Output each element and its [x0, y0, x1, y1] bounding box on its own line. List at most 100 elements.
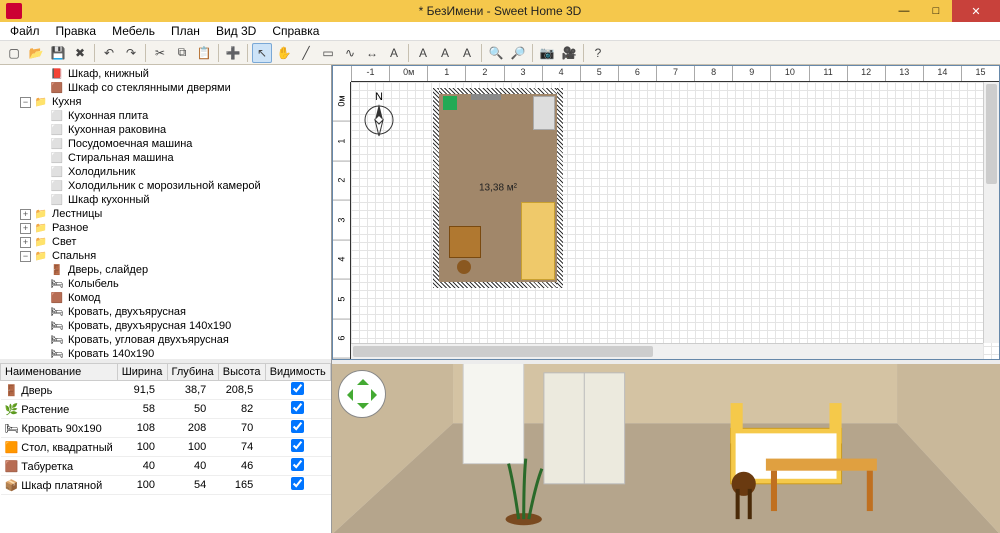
- view-3d[interactable]: [332, 360, 1000, 533]
- column-header[interactable]: Глубина: [167, 364, 218, 381]
- photo-button[interactable]: 📷: [537, 43, 557, 63]
- text-small-button[interactable]: A: [457, 43, 477, 63]
- help-button[interactable]: ?: [588, 43, 608, 63]
- minimize-button[interactable]: —: [888, 0, 920, 22]
- paste-button[interactable]: 📋: [194, 43, 214, 63]
- door-icon[interactable]: [471, 94, 501, 100]
- furniture-properties-table[interactable]: НаименованиеШиринаГлубинаВысотаВидимость…: [0, 363, 331, 533]
- tree-item[interactable]: −📁Кухня: [0, 95, 331, 109]
- tree-item[interactable]: 🟫Комод: [0, 291, 331, 305]
- table-row[interactable]: 📦 Шкаф платяной10054165: [1, 476, 331, 495]
- rooms-button[interactable]: ▭: [318, 43, 338, 63]
- tree-item[interactable]: −📁Спальня: [0, 249, 331, 263]
- redo-button[interactable]: ↷: [121, 43, 141, 63]
- tree-item[interactable]: +📁Лестницы: [0, 207, 331, 221]
- visibility-checkbox[interactable]: [291, 401, 304, 414]
- prefs-button[interactable]: ✖: [70, 43, 90, 63]
- nav-3d-control[interactable]: [338, 370, 386, 418]
- tree-item[interactable]: ⬜Холодильник с морозильной камерой: [0, 179, 331, 193]
- tree-item[interactable]: 🛏Кровать, двухъярусная 140x190: [0, 319, 331, 333]
- column-header[interactable]: Видимость: [265, 364, 330, 381]
- new-button[interactable]: ▢: [4, 43, 24, 63]
- zoom-in-button[interactable]: 🔍: [486, 43, 506, 63]
- expander-icon[interactable]: −: [20, 97, 31, 108]
- close-button[interactable]: ✕: [952, 0, 1000, 22]
- video-button[interactable]: 🎥: [559, 43, 579, 63]
- stool-icon[interactable]: [457, 260, 471, 274]
- visibility-checkbox[interactable]: [291, 439, 304, 452]
- polyline-button[interactable]: ∿: [340, 43, 360, 63]
- undo-button[interactable]: ↶: [99, 43, 119, 63]
- tree-item[interactable]: 🛏Колыбель: [0, 277, 331, 291]
- tree-item[interactable]: ⬜Шкаф кухонный: [0, 193, 331, 207]
- menu-3[interactable]: План: [165, 24, 206, 38]
- select-button[interactable]: ↖: [252, 43, 272, 63]
- bed-icon[interactable]: [521, 202, 555, 280]
- tree-item[interactable]: +📁Разное: [0, 221, 331, 235]
- tree-item[interactable]: 🛏Кровать, двухъярусная: [0, 305, 331, 319]
- table-row[interactable]: 🟧 Стол, квадратный10010074: [1, 438, 331, 457]
- visibility-checkbox[interactable]: [291, 458, 304, 471]
- table-row[interactable]: 🌿 Растение585082: [1, 400, 331, 419]
- menu-0[interactable]: Файл: [4, 24, 46, 38]
- text-large-button[interactable]: A: [413, 43, 433, 63]
- tree-item[interactable]: 🛏Кровать, угловая двухъярусная: [0, 333, 331, 347]
- column-header[interactable]: Высота: [218, 364, 265, 381]
- furniture-tree[interactable]: 📕Шкаф, книжный🟫Шкаф со стеклянными дверя…: [0, 65, 331, 363]
- plan-view-2d[interactable]: -10м123456789101112131415 0м123456 N 13,…: [332, 65, 1000, 360]
- column-header[interactable]: Ширина: [117, 364, 167, 381]
- expander-icon[interactable]: +: [20, 209, 31, 220]
- tree-item[interactable]: ⬜Посудомоечная машина: [0, 137, 331, 151]
- table-icon[interactable]: [449, 226, 481, 258]
- text-button[interactable]: A: [384, 43, 404, 63]
- tree-item[interactable]: ⬜Стиральная машина: [0, 151, 331, 165]
- tree-item[interactable]: ⬜Кухонная плита: [0, 109, 331, 123]
- room-outline[interactable]: 13,38 м²: [433, 88, 563, 288]
- menu-4[interactable]: Вид 3D: [210, 24, 262, 38]
- row-name: Растение: [21, 404, 69, 416]
- table-row[interactable]: 🚪 Дверь91,538,7208,5: [1, 381, 331, 400]
- tree-item[interactable]: 🟫Шкаф со стеклянными дверями: [0, 81, 331, 95]
- compass-icon[interactable]: N: [359, 90, 399, 140]
- tree-item[interactable]: ⬜Кухонная раковина: [0, 123, 331, 137]
- visibility-checkbox[interactable]: [291, 382, 304, 395]
- table-row[interactable]: 🛏 Кровать 90x19010820870: [1, 419, 331, 438]
- menu-5[interactable]: Справка: [266, 24, 325, 38]
- tree-item[interactable]: 📕Шкаф, книжный: [0, 67, 331, 81]
- menu-2[interactable]: Мебель: [106, 24, 161, 38]
- visibility-checkbox[interactable]: [291, 477, 304, 490]
- table-row[interactable]: 🟫 Табуретка404046: [1, 457, 331, 476]
- copy-button[interactable]: ⧉: [172, 43, 192, 63]
- walls-button[interactable]: ╱: [296, 43, 316, 63]
- tree-item[interactable]: 🛏Кровать 140x190: [0, 347, 331, 361]
- cut-button[interactable]: ✂: [150, 43, 170, 63]
- tree-item[interactable]: ⬜Холодильник: [0, 165, 331, 179]
- add-furniture-button[interactable]: ➕: [223, 43, 243, 63]
- plant-icon[interactable]: [443, 96, 457, 110]
- save-button[interactable]: 💾: [48, 43, 68, 63]
- tree-item[interactable]: 🚪Дверь, слайдер: [0, 263, 331, 277]
- open-button[interactable]: 📂: [26, 43, 46, 63]
- row-icon: 🚪: [5, 385, 19, 397]
- pan-button[interactable]: ✋: [274, 43, 294, 63]
- expander-icon[interactable]: +: [20, 237, 31, 248]
- tree-item-icon: ⬜: [50, 111, 64, 122]
- text-italic-button[interactable]: A: [435, 43, 455, 63]
- column-header[interactable]: Наименование: [1, 364, 118, 381]
- zoom-out-button[interactable]: 🔎: [508, 43, 528, 63]
- expander-icon: [36, 125, 47, 136]
- plan-scrollbar-horizontal[interactable]: [351, 343, 983, 359]
- app-icon: [6, 3, 22, 19]
- expander-icon[interactable]: −: [20, 251, 31, 262]
- menu-1[interactable]: Правка: [50, 24, 103, 38]
- tree-item[interactable]: +📁Свет: [0, 235, 331, 249]
- wardrobe-icon[interactable]: [533, 96, 555, 130]
- visibility-checkbox[interactable]: [291, 420, 304, 433]
- plan-scrollbar-vertical[interactable]: [983, 82, 999, 343]
- tree-item-label: Посудомоечная машина: [66, 138, 194, 150]
- dimension-button[interactable]: ↔: [362, 43, 382, 63]
- expander-icon[interactable]: +: [20, 223, 31, 234]
- maximize-button[interactable]: □: [920, 0, 952, 22]
- expander-icon: [36, 69, 47, 80]
- tree-item-icon: 📁: [34, 209, 48, 220]
